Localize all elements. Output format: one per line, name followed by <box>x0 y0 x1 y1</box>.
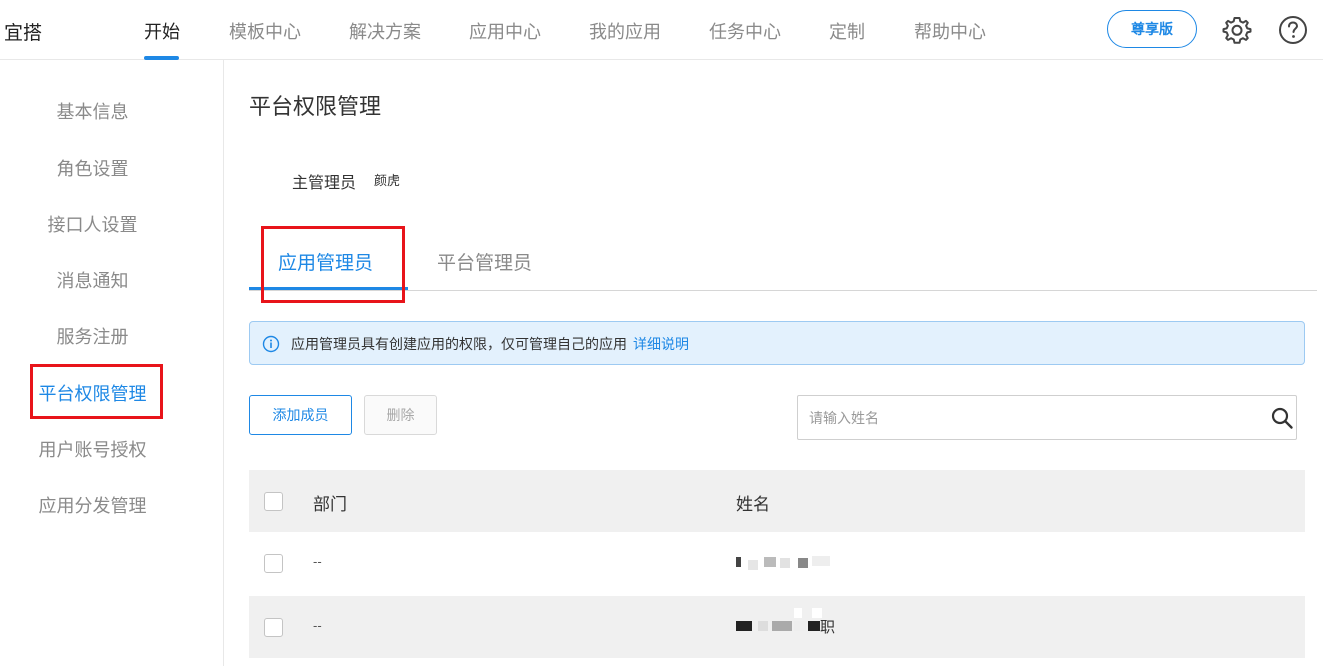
nav-item-task-center[interactable]: 任务中心 <box>709 18 781 44</box>
tab-highlight-box <box>261 226 405 303</box>
row-checkbox[interactable] <box>264 618 283 637</box>
column-header-department: 部门 <box>313 495 347 514</box>
table-row: -- 职 <box>249 596 1305 658</box>
sidebar-highlight-box <box>30 364 163 419</box>
nav-item-my-apps[interactable]: 我的应用 <box>589 18 661 44</box>
sidebar: 基本信息 角色设置 接口人设置 消息通知 服务注册 平台权限管理 用户账号授权 … <box>0 60 224 666</box>
page-title: 平台权限管理 <box>249 94 382 119</box>
name-fragment: 职 <box>820 619 836 636</box>
sidebar-item-basic-info[interactable]: 基本信息 <box>0 98 185 124</box>
table-header: 部门 姓名 <box>249 470 1305 532</box>
row-checkbox[interactable] <box>264 554 283 573</box>
premium-edition-button[interactable]: 尊享版 <box>1107 10 1197 48</box>
search-box <box>797 395 1297 440</box>
cell-name-redacted <box>736 552 856 572</box>
delete-button[interactable]: 删除 <box>364 395 437 435</box>
brand-logo[interactable]: 宜搭 <box>4 18 42 45</box>
sidebar-item-role-settings[interactable]: 角色设置 <box>0 155 185 181</box>
gear-icon[interactable] <box>1222 15 1252 45</box>
nav-item-help-center[interactable]: 帮助中心 <box>914 18 986 44</box>
nav-item-start[interactable]: 开始 <box>144 18 180 44</box>
owner-label: 主管理员 <box>292 175 357 192</box>
table-row: -- <box>249 532 1305 594</box>
nav-item-app-center[interactable]: 应用中心 <box>469 18 541 44</box>
sidebar-item-account-authorization[interactable]: 用户账号授权 <box>0 436 185 462</box>
owner-name: 颜虎 <box>374 173 401 188</box>
tabs-divider <box>249 290 1317 291</box>
tab-platform-admin[interactable]: 平台管理员 <box>437 248 532 275</box>
select-all-checkbox[interactable] <box>264 492 283 511</box>
sidebar-item-service-registration[interactable]: 服务注册 <box>0 323 185 349</box>
add-member-button[interactable]: 添加成员 <box>249 395 352 435</box>
nav-item-templates[interactable]: 模板中心 <box>229 18 301 44</box>
cell-name-redacted: 职 <box>736 608 856 636</box>
details-link[interactable]: 详细说明 <box>633 336 689 352</box>
cell-department: -- <box>313 618 322 633</box>
info-text: 应用管理员具有创建应用的权限，仅可管理自己的应用 <box>291 336 627 352</box>
info-circle-icon <box>262 335 280 353</box>
search-icon[interactable] <box>1270 406 1294 430</box>
sidebar-item-notifications[interactable]: 消息通知 <box>0 267 185 293</box>
column-header-name: 姓名 <box>736 495 770 514</box>
search-input[interactable] <box>798 396 1258 439</box>
sidebar-item-contact-settings[interactable]: 接口人设置 <box>0 211 185 237</box>
question-circle-icon[interactable] <box>1278 15 1308 45</box>
sidebar-item-app-distribution[interactable]: 应用分发管理 <box>0 492 185 518</box>
nav-item-solutions[interactable]: 解决方案 <box>349 18 421 44</box>
info-banner: 应用管理员具有创建应用的权限，仅可管理自己的应用 详细说明 <box>249 321 1305 365</box>
nav-item-custom[interactable]: 定制 <box>829 18 865 44</box>
top-navbar: 宜搭 开始 模板中心 解决方案 应用中心 我的应用 任务中心 定制 帮助中心 尊… <box>0 0 1323 60</box>
cell-department: -- <box>313 554 322 569</box>
